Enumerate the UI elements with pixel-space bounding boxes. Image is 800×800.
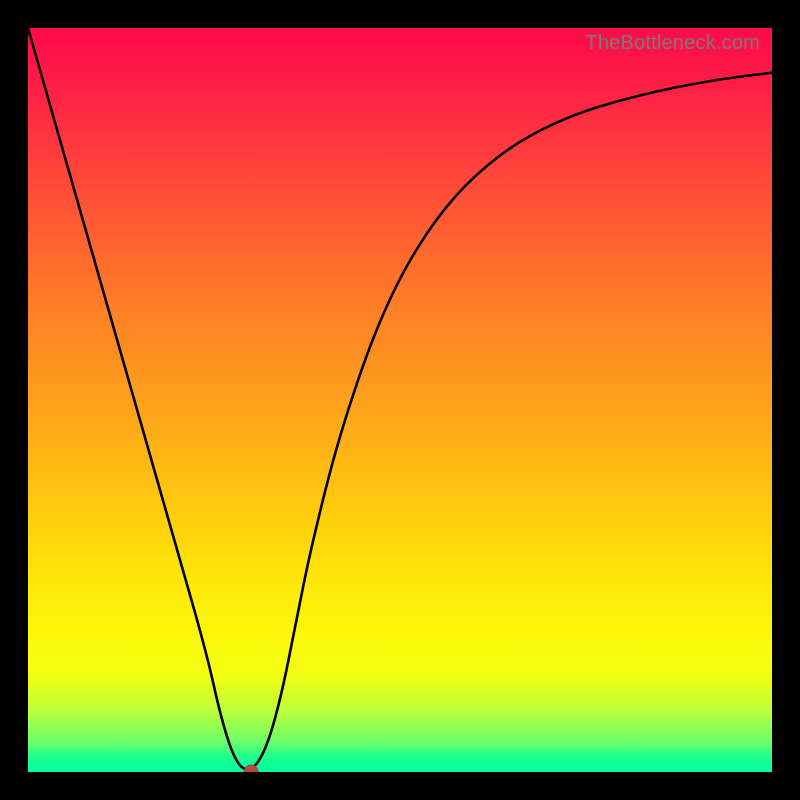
chart-frame: TheBottleneck.com: [0, 0, 800, 800]
bottleneck-curve: [28, 28, 772, 772]
plot-area: TheBottleneck.com: [28, 28, 772, 772]
